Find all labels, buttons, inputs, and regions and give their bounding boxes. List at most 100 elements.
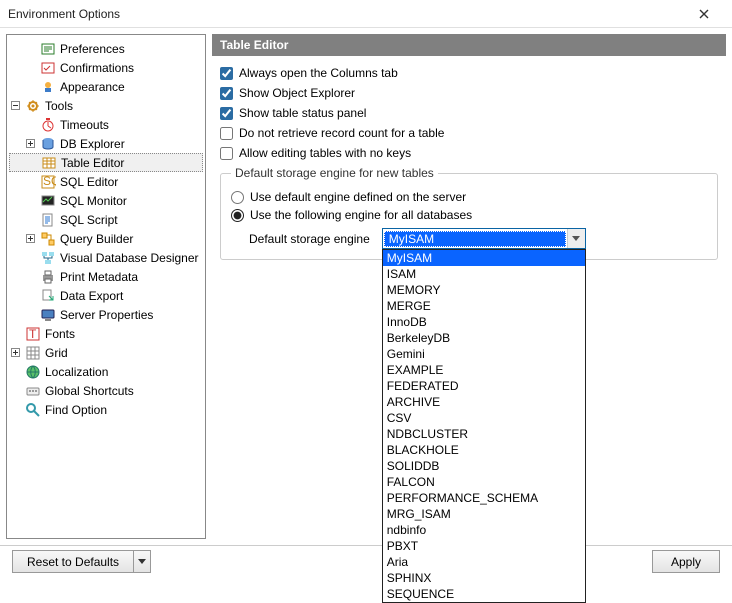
apply-button[interactable]: Apply	[652, 550, 720, 573]
combobox-option[interactable]: BLACKHOLE	[383, 442, 585, 458]
combobox-option[interactable]: MERGE	[383, 298, 585, 314]
expand-icon[interactable]	[26, 139, 38, 148]
checkbox-label: Show Object Explorer	[239, 86, 355, 100]
combobox-option[interactable]: SOLIDDB	[383, 458, 585, 474]
expand-icon[interactable]	[26, 234, 38, 243]
settings-panel: Table Editor Always open the Columns tab…	[212, 34, 726, 539]
combobox-option[interactable]: PERFORMANCE_SCHEMA	[383, 490, 585, 506]
checkbox-input[interactable]	[220, 127, 233, 140]
combobox-option[interactable]: SPHINX	[383, 570, 585, 586]
collapse-icon[interactable]	[11, 101, 23, 110]
combobox-option[interactable]: PBXT	[383, 538, 585, 554]
tree-item[interactable]: Preferences	[9, 39, 203, 58]
tree-item[interactable]: Visual Database Designer	[9, 248, 203, 267]
engine-combobox[interactable]: MyISAMMyISAMISAMMEMORYMERGEInnoDBBerkele…	[382, 228, 586, 249]
checkbox-input[interactable]	[220, 67, 233, 80]
combobox-option[interactable]: BerkeleyDB	[383, 330, 585, 346]
dbdesigner-icon	[40, 250, 56, 266]
sqlscript-icon	[40, 212, 56, 228]
checkbox-label: Show table status panel	[239, 106, 366, 120]
radio-input[interactable]	[231, 209, 244, 222]
checkbox-label: Do not retrieve record count for a table	[239, 126, 444, 140]
combobox-dropdown[interactable]: MyISAMISAMMEMORYMERGEInnoDBBerkeleyDBGem…	[382, 249, 586, 603]
combobox-option[interactable]: EXAMPLE	[383, 362, 585, 378]
tree-item[interactable]: Grid	[9, 343, 203, 362]
combobox-option[interactable]: ndbinfo	[383, 522, 585, 538]
combobox-caret[interactable]	[567, 229, 585, 248]
checkbox-label: Allow editing tables with no keys	[239, 146, 411, 160]
checkbox-input[interactable]	[220, 87, 233, 100]
engine-legend: Default storage engine for new tables	[231, 166, 438, 180]
reset-defaults-label[interactable]: Reset to Defaults	[12, 550, 133, 573]
tree-item-label: Visual Database Designer	[60, 251, 199, 265]
tree-item[interactable]: SQLSQL Editor	[9, 172, 203, 191]
tree-item-label: Preferences	[60, 42, 125, 56]
tree-item-label: Timeouts	[60, 118, 109, 132]
tree-item[interactable]: Global Shortcuts	[9, 381, 203, 400]
tree-item-label: Grid	[45, 346, 68, 360]
tools-icon	[25, 98, 41, 114]
options-tree[interactable]: Preferences Confirmations AppearanceTools T…	[6, 34, 206, 539]
tree-item[interactable]: TFonts	[9, 324, 203, 343]
tree-item[interactable]: DB Explorer	[9, 134, 203, 153]
engine-select-label: Default storage engine	[249, 232, 370, 246]
combobox-option[interactable]: SEQUENCE	[383, 586, 585, 602]
tree-item-label: Confirmations	[60, 61, 134, 75]
tree-item-label: Data Export	[60, 289, 123, 303]
radio-row[interactable]: Use default engine defined on the server	[231, 190, 707, 204]
tree-item[interactable]: Confirmations	[9, 58, 203, 77]
checkbox-row[interactable]: Always open the Columns tab	[220, 66, 718, 80]
timeouts-icon	[40, 117, 56, 133]
dbexplorer-icon	[40, 136, 56, 152]
tree-item[interactable]: SQL Script	[9, 210, 203, 229]
combobox-option[interactable]: FEDERATED	[383, 378, 585, 394]
tree-item[interactable]: Data Export	[9, 286, 203, 305]
tree-item[interactable]: Query Builder	[9, 229, 203, 248]
checkbox-row[interactable]: Show table status panel	[220, 106, 718, 120]
combobox-option[interactable]: Aria	[383, 554, 585, 570]
tree-item[interactable]: Server Properties	[9, 305, 203, 324]
combobox-option[interactable]: Gemini	[383, 346, 585, 362]
combobox-option[interactable]: MEMORY	[383, 282, 585, 298]
window-close-button[interactable]	[684, 0, 724, 28]
checkbox-row[interactable]: Allow editing tables with no keys	[220, 146, 718, 160]
shortcuts-icon	[25, 383, 41, 399]
combobox-option[interactable]: ISAM	[383, 266, 585, 282]
svg-text:SQL: SQL	[43, 174, 56, 188]
print-icon	[40, 269, 56, 285]
radio-row[interactable]: Use the following engine for all databas…	[231, 208, 707, 222]
tree-item[interactable]: Appearance	[9, 77, 203, 96]
tree-item[interactable]: Localization	[9, 362, 203, 381]
find-icon	[25, 402, 41, 418]
combobox-option[interactable]: MRG_ISAM	[383, 506, 585, 522]
checkbox-row[interactable]: Do not retrieve record count for a table	[220, 126, 718, 140]
expand-icon[interactable]	[11, 348, 23, 357]
caret-down-icon	[572, 236, 580, 241]
querybuilder-icon	[40, 231, 56, 247]
tree-item[interactable]: Timeouts	[9, 115, 203, 134]
combobox-option[interactable]: NDBCLUSTER	[383, 426, 585, 442]
combobox-option[interactable]: FALCON	[383, 474, 585, 490]
radio-input[interactable]	[231, 191, 244, 204]
close-icon	[699, 9, 709, 19]
tree-item[interactable]: Print Metadata	[9, 267, 203, 286]
tree-item-label: Table Editor	[61, 156, 124, 170]
tree-item[interactable]: Table Editor	[9, 153, 203, 172]
combobox-field[interactable]: MyISAM	[382, 228, 586, 249]
combobox-option[interactable]: InnoDB	[383, 314, 585, 330]
checkbox-label: Always open the Columns tab	[239, 66, 398, 80]
checkbox-row[interactable]: Show Object Explorer	[220, 86, 718, 100]
combobox-option[interactable]: CSV	[383, 410, 585, 426]
titlebar: Environment Options	[0, 0, 732, 28]
combobox-option[interactable]: ARCHIVE	[383, 394, 585, 410]
reset-defaults-button[interactable]: Reset to Defaults	[12, 550, 151, 573]
tree-item[interactable]: Find Option	[9, 400, 203, 419]
checkbox-input[interactable]	[220, 107, 233, 120]
combobox-option[interactable]: MyISAM	[383, 250, 585, 266]
radio-label: Use default engine defined on the server	[250, 190, 466, 204]
tree-item[interactable]: SQL Monitor	[9, 191, 203, 210]
checkbox-input[interactable]	[220, 147, 233, 160]
reset-defaults-dropdown[interactable]	[133, 550, 151, 573]
tree-item[interactable]: Tools	[9, 96, 203, 115]
engine-select-row: Default storage engine MyISAMMyISAMISAMME…	[231, 228, 707, 249]
